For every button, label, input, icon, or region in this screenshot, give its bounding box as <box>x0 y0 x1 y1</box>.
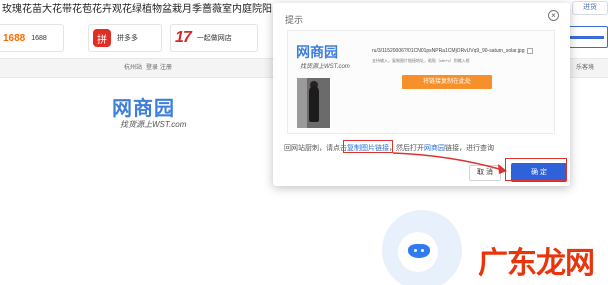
watermark-text: 广东龙网 <box>478 246 595 281</box>
input-tip: 支持输入，复制图片链接地址，粘贴（ctrl+v）到输入框 <box>372 58 470 63</box>
site-logo-wordmark: 网商园 <box>112 98 175 120</box>
logo-1688-icon: 1688 <box>3 32 26 44</box>
copy-icon[interactable] <box>526 47 533 54</box>
site-logo-subtitle: 找货源上WST.com <box>120 120 187 129</box>
instruction-part: ，然后打开 <box>389 145 424 152</box>
instruction-part: 链接，进行查询 <box>445 145 494 152</box>
dialog-logo-wordmark: 网商园 <box>296 44 338 60</box>
menu-right-item[interactable]: 乐客境 <box>576 59 594 77</box>
top-right-button[interactable]: 进货 <box>572 1 608 15</box>
menu-register[interactable]: 注册 <box>160 59 172 77</box>
dialog-title: 提示 <box>285 15 304 25</box>
highlight-box-confirm <box>505 158 567 181</box>
shop-pinduoduo[interactable]: 拼 拼多多 <box>88 24 162 52</box>
shop-17zwd[interactable]: 17 一起做网店 <box>170 24 258 52</box>
menu-city[interactable]: 杭州站 <box>124 59 142 77</box>
dialog-logo-subtitle: 找货源上WST.com <box>300 64 350 70</box>
image-url-text: ru/3/11520006?/01CN01psNPRa1CMjORvUVq9_9… <box>372 48 525 54</box>
search-tab-strip[interactable] <box>566 26 608 48</box>
cancel-button[interactable]: 取 消 <box>469 165 501 181</box>
shop-1688[interactable]: 1688 1688 <box>0 24 64 52</box>
instruction-part: 回网站厨刺，请点击 <box>284 145 347 152</box>
highlight-box-link <box>343 140 393 153</box>
site-logo[interactable]: 网商园 找货源上WST.com <box>112 92 212 140</box>
mascot-icon <box>408 244 430 258</box>
shop-label: 拼多多 <box>117 35 138 42</box>
image-url-input[interactable]: ru/3/11520006?/01CN01psNPRa1CMjORvUVq9_9… <box>372 46 548 56</box>
close-icon[interactable]: × <box>548 10 559 21</box>
dialog-logo: 网商园 找货源上WST.com <box>296 42 350 70</box>
paste-link-button[interactable]: 将链接复制在此处 <box>402 75 492 89</box>
wsy-link[interactable]: 网商园 <box>424 145 445 152</box>
shop-label: 一起做网店 <box>196 35 232 42</box>
menu-login[interactable]: 登录 <box>146 59 158 77</box>
product-thumbnail <box>297 78 330 128</box>
shop-label: 1688 <box>31 34 47 42</box>
logo-17-icon: 17 <box>175 29 192 46</box>
preview-panel: 网商园 找货源上WST.com ru/3/11520006?/01CN01psN… <box>287 30 555 134</box>
pinduoduo-logo-icon: 拼 <box>93 29 111 47</box>
